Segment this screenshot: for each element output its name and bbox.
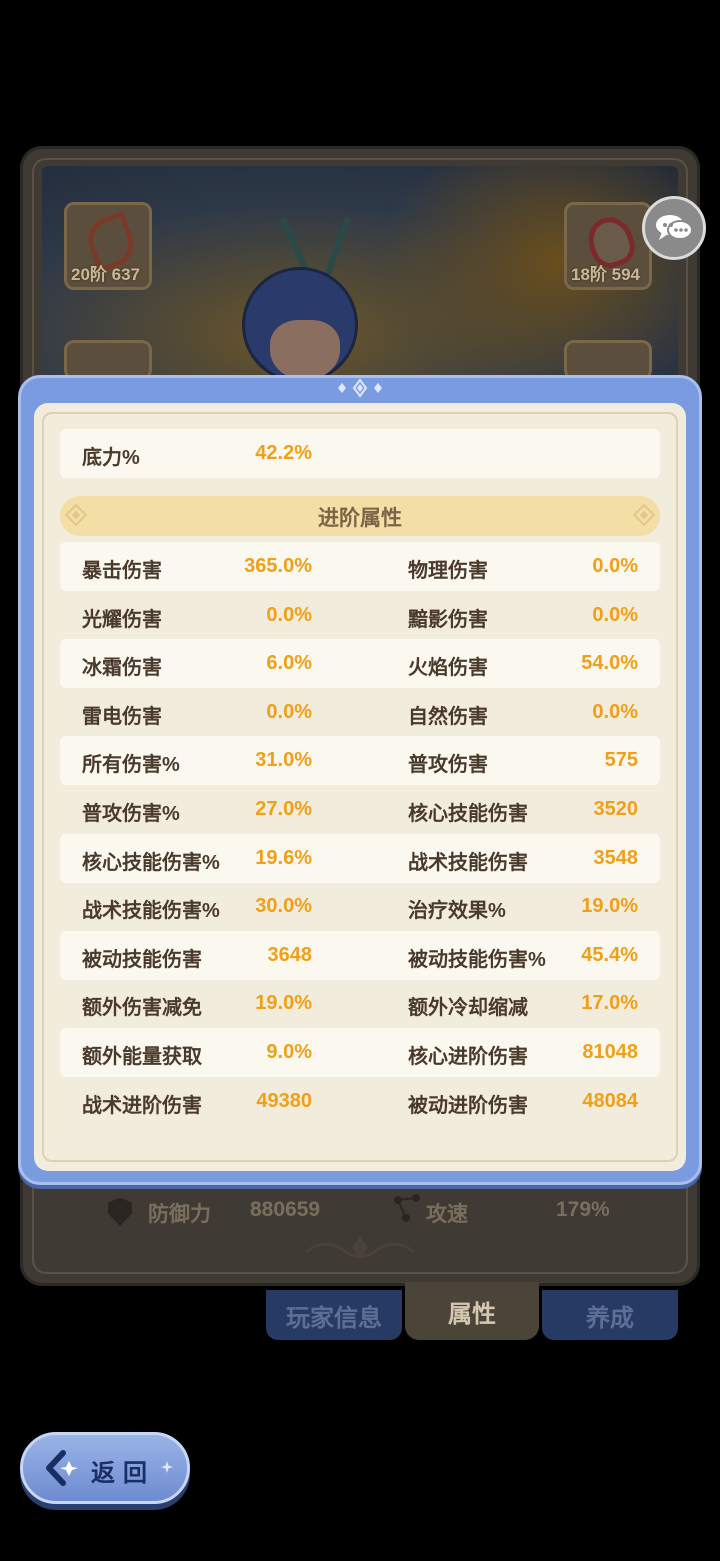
attribute-label-left: 暴击伤害 — [82, 560, 162, 582]
attribute-label-right: 黯影伤害 — [408, 608, 488, 631]
attribute-value-right: 19.0% — [581, 895, 638, 918]
back-button[interactable]: 返回 — [20, 1432, 190, 1504]
defense-value: 880659 — [250, 1198, 321, 1221]
attribute-label-left: 普攻伤害% — [82, 803, 180, 825]
attribute-row: 所有伤害% 31.0% 普攻伤害 575 — [60, 736, 660, 786]
attribute-row: 暴击伤害 365.0% 物理伤害 0.0% — [60, 542, 660, 591]
attribute-label-right: 被动进阶伤害 — [408, 1094, 528, 1117]
speed-value: 179% — [556, 1198, 610, 1221]
attribute-label-right: 核心进阶伤害 — [408, 1046, 528, 1068]
attribute-label-left: 额外能量获取 — [82, 1046, 202, 1068]
attribute-label-right: 普攻伤害 — [408, 754, 488, 777]
attribute-value-right: 0.0% — [592, 700, 638, 723]
character-face — [270, 320, 340, 380]
equip-slot-secondary[interactable] — [64, 340, 152, 380]
back-arrow-icon — [46, 1450, 78, 1486]
attribute-label-left: 冰霜伤害 — [82, 657, 162, 680]
attribute-row: 普攻伤害% 27.0% 核心技能伤害 3520 — [60, 785, 660, 834]
attribute-value-right: 3520 — [593, 798, 639, 820]
attribute-value-left: 31.0% — [255, 749, 312, 772]
section-header-advanced-attributes: 进阶属性 — [60, 496, 660, 536]
attack-speed-icon — [394, 1194, 420, 1222]
back-button-label: 返回 — [91, 1460, 155, 1487]
equip-slot-secondary[interactable] — [564, 340, 652, 380]
attribute-label-left: 被动技能伤害 — [82, 948, 202, 971]
attribute-label-right: 核心技能伤害 — [408, 803, 528, 825]
attribute-value-left: 9.0% — [266, 1041, 312, 1063]
attribute-value: 42.2% — [255, 442, 312, 464]
attribute-row: 战术进阶伤害 49380 被动进阶伤害 48084 — [60, 1077, 660, 1126]
attribute-value-right: 3548 — [593, 846, 639, 869]
attribute-label: 底力% — [82, 447, 140, 469]
attribute-label-left: 雷电伤害 — [82, 705, 162, 728]
attribute-value-right: 0.0% — [592, 603, 638, 626]
defense-label: 防御力 — [148, 1203, 211, 1226]
panel-top-ornament — [338, 378, 382, 398]
chat-button[interactable] — [642, 196, 706, 260]
attribute-label-right: 火焰伤害 — [408, 657, 488, 680]
attribute-row: 雷电伤害 0.0% 自然伤害 0.0% — [60, 688, 660, 737]
attribute-value-left: 19.0% — [255, 992, 312, 1015]
equip-slot-armor[interactable]: 18阶 594 — [564, 202, 652, 290]
attribute-value-right: 575 — [604, 749, 638, 772]
attribute-value-left: 6.0% — [266, 652, 312, 675]
attribute-row: 被动技能伤害 3648 被动技能伤害% 45.4% — [60, 930, 660, 980]
attribute-value-right: 48084 — [582, 1089, 638, 1112]
speed-label: 攻速 — [426, 1203, 468, 1226]
attribute-value-left: 0.0% — [266, 700, 312, 723]
attribute-value-right: 17.0% — [581, 992, 638, 1015]
attribute-label-left: 战术进阶伤害 — [82, 1094, 202, 1117]
attribute-label-right: 自然伤害 — [408, 705, 488, 728]
attribute-value-left: 27.0% — [255, 798, 312, 820]
tab-player-info[interactable]: 玩家信息 — [266, 1290, 402, 1340]
shield-icon — [108, 1198, 132, 1226]
attribute-value-right: 81048 — [582, 1041, 638, 1063]
attribute-row: 冰霜伤害 6.0% 火焰伤害 54.0% — [60, 639, 660, 689]
equip-slot-bow[interactable]: 20阶 637 — [64, 202, 152, 290]
attribute-row: 额外伤害减免 19.0% 额外冷却缩减 17.0% — [60, 979, 660, 1028]
attribute-label-left: 所有伤害% — [82, 754, 180, 777]
attribute-label-left: 额外伤害减免 — [82, 997, 202, 1020]
attribute-row: 战术技能伤害% 30.0% 治疗效果% 19.0% — [60, 882, 660, 931]
equip-level-label: 20阶 637 — [71, 265, 140, 284]
background-stats-row: 防御力 880659 攻速 179% — [100, 1192, 640, 1232]
attribute-row-base-power: 底力% 42.2% — [60, 429, 660, 478]
attribute-label-left: 光耀伤害 — [82, 608, 162, 631]
attribute-label-right: 额外冷却缩减 — [408, 997, 528, 1020]
attribute-value-left: 365.0% — [244, 555, 312, 577]
attribute-label-right: 战术技能伤害 — [408, 851, 528, 874]
attribute-value-left: 49380 — [256, 1089, 312, 1112]
attribute-value-right: 0.0% — [592, 555, 638, 577]
attribute-value-left: 0.0% — [266, 603, 312, 626]
equip-level-label: 18阶 594 — [571, 265, 640, 284]
attribute-value-left: 30.0% — [255, 895, 312, 918]
tab-attributes[interactable]: 属性 — [405, 1282, 539, 1340]
tab-development[interactable]: 养成 — [542, 1290, 678, 1340]
attribute-row: 额外能量获取 9.0% 核心进阶伤害 81048 — [60, 1028, 660, 1077]
chat-bubble-icon — [656, 215, 693, 240]
card-bottom-ornament — [305, 1236, 415, 1260]
attribute-row: 光耀伤害 0.0% 黯影伤害 0.0% — [60, 591, 660, 640]
sparkle-icon — [161, 1461, 173, 1473]
attribute-value-left: 19.6% — [255, 846, 312, 869]
section-title: 进阶属性 — [318, 507, 402, 530]
attribute-value-right: 45.4% — [581, 943, 638, 966]
attribute-value-left: 3648 — [267, 943, 313, 966]
attribute-label-right: 治疗效果% — [408, 900, 506, 923]
attribute-value-right: 54.0% — [581, 652, 638, 675]
attribute-row: 核心技能伤害% 19.6% 战术技能伤害 3548 — [60, 833, 660, 883]
attribute-label-right: 物理伤害 — [408, 560, 488, 582]
